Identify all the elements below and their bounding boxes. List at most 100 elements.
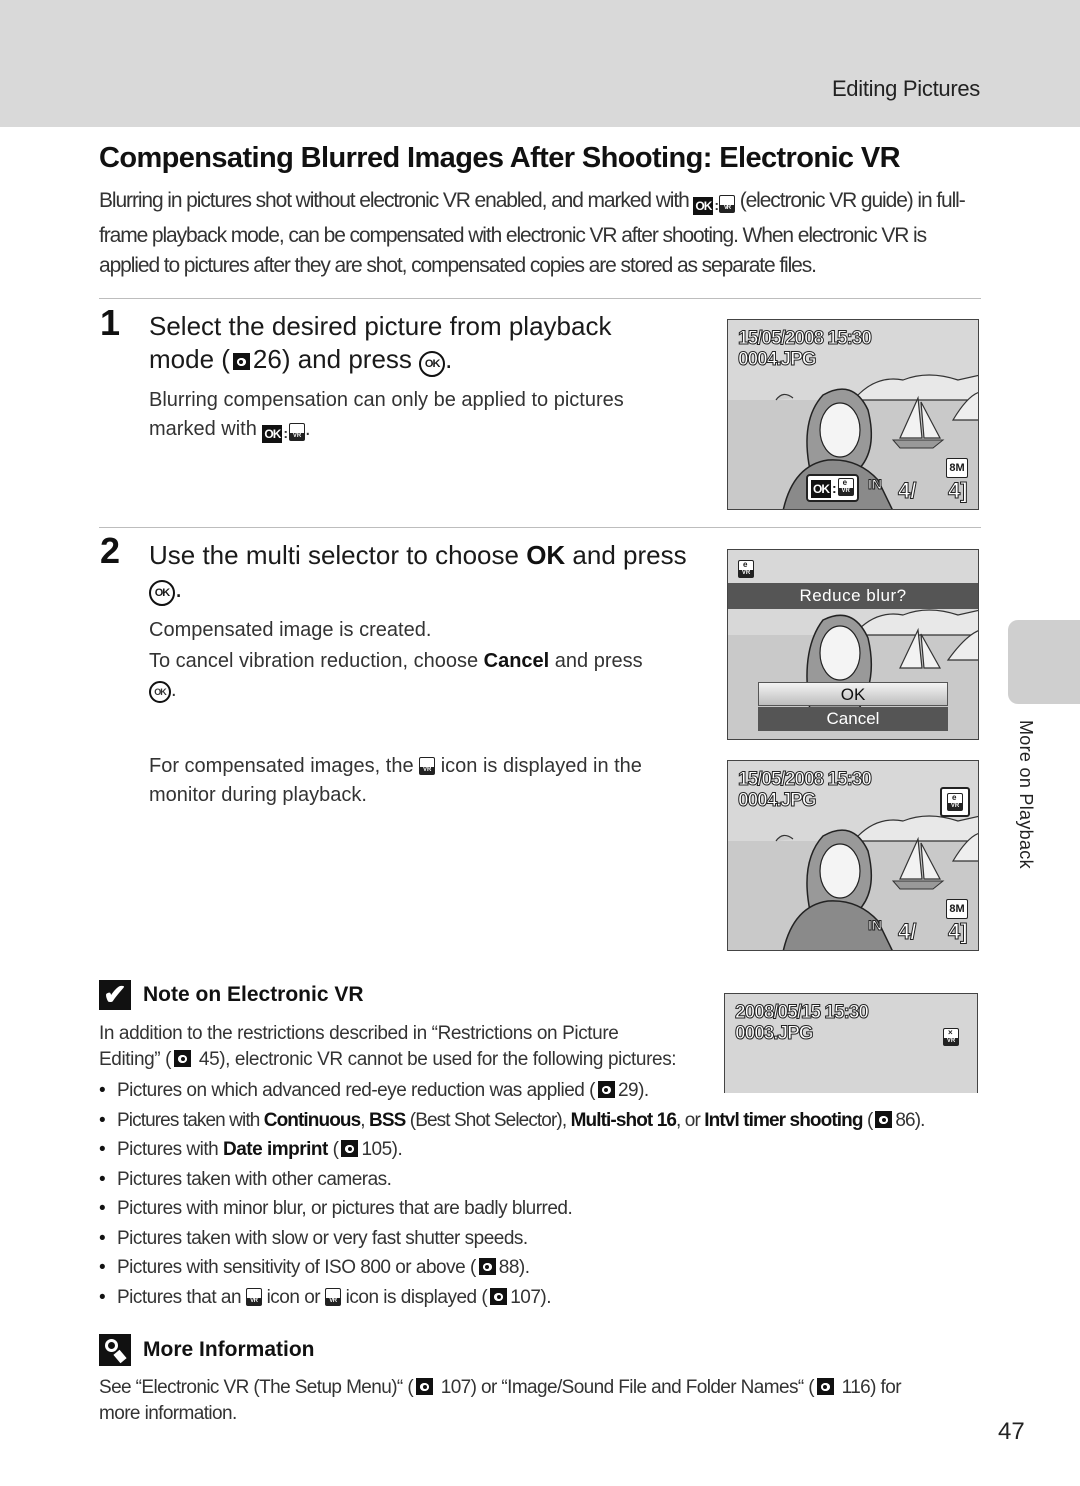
internal-memory-indicator: IN	[868, 917, 883, 934]
step-2-line3-text: For compensated images, the	[149, 755, 420, 777]
ok-button-icon: OK	[149, 681, 171, 703]
internal-memory-indicator: IN	[868, 476, 883, 493]
photo-filename: 0004.JPG	[738, 790, 818, 812]
note-intro-line2: 45), electronic VR cannot be used for th…	[194, 1049, 677, 1070]
colon: :	[283, 425, 289, 441]
step-2-line2: To cancel vibration reduction, choose Ca…	[149, 647, 709, 705]
item-text: Pictures that an	[117, 1286, 246, 1308]
ok-button-icon: OK	[419, 351, 446, 377]
note-intro-line2: Editing” (	[99, 1049, 172, 1070]
ok-box: OK	[811, 480, 831, 498]
vr-guide-icon: OK:	[262, 418, 306, 452]
item-text: ).	[518, 1257, 530, 1278]
item-text: icon is displayed (	[340, 1286, 488, 1308]
electronic-vr-icon	[419, 757, 436, 786]
list-item: Pictures taken with Continuous, BSS (Bes…	[99, 1106, 925, 1136]
item-text: Pictures on which advanced red-eye reduc…	[117, 1080, 595, 1101]
step-1-text-line1: Blurring compensation can only be applie…	[149, 389, 624, 411]
electronic-vr-icon	[289, 423, 306, 452]
page-ref-number: 105	[361, 1139, 392, 1160]
item-text: (Best Shot Selector),	[405, 1109, 571, 1131]
note-heading: ✔ Note on Electronic VR	[99, 980, 364, 1010]
step-1-text-line2: marked with	[149, 418, 263, 440]
cancel-bold-label: Cancel	[483, 650, 550, 672]
more-info-line1: 107) or “Image/Sound File and Folder Nam…	[436, 1377, 815, 1398]
chapter-label: More on Playback	[1016, 720, 1036, 869]
dialog-option-cancel[interactable]: Cancel	[758, 707, 948, 731]
item-text: ).	[638, 1080, 649, 1101]
step-2-line3-text: icon is displayed in the	[435, 755, 642, 777]
intro-paragraph: Blurring in pictures shot without electr…	[99, 186, 984, 282]
step-2-title: Use the multi selector to choose OK and …	[149, 539, 709, 606]
colon: :	[714, 197, 719, 213]
vr-guide-indicator: OK:	[806, 474, 859, 502]
divider	[99, 527, 981, 528]
intro-text: Blurring in pictures shot without electr…	[99, 189, 694, 212]
page-ref-number: 29	[617, 1080, 639, 1101]
frame-counter-total: 4]	[948, 478, 969, 504]
step-2-title-text: Use the multi selector to choose	[149, 540, 527, 570]
setting-name: BSS	[369, 1109, 406, 1131]
electronic-vr-off-icon	[324, 1287, 341, 1317]
camera-screen-reduce-blur-dialog: Reduce blur? OK Cancel	[727, 549, 979, 740]
ok-box: OK	[262, 425, 283, 443]
chapter-tab[interactable]	[1008, 620, 1080, 704]
electronic-vr-icon	[947, 793, 963, 811]
frame-counter-current: 4/	[897, 478, 917, 504]
electronic-vr-icon	[718, 195, 735, 226]
colon: :	[832, 480, 837, 496]
note-intro: In addition to the restrictions describe…	[99, 1021, 719, 1073]
note-heading-text: Note on Electronic VR	[143, 983, 364, 1006]
page-ref-number: 88	[498, 1257, 520, 1278]
page-reference-icon	[490, 1287, 508, 1305]
page-reference-icon	[232, 353, 250, 370]
dialog-prompt: Reduce blur?	[728, 583, 978, 609]
item-text: (	[327, 1139, 339, 1160]
item-text: ).	[540, 1286, 551, 1308]
setting-name: Continuous	[263, 1109, 361, 1131]
period: .	[305, 418, 311, 440]
electronic-vr-icon	[245, 1287, 262, 1317]
list-item: Pictures with Date imprint (105).	[99, 1135, 925, 1165]
electronic-vr-icon	[837, 478, 854, 496]
vr-guide-icon: OK:	[693, 189, 735, 226]
item-text: icon or	[261, 1286, 325, 1308]
more-info-text: See “Electronic VR (The Setup Menu)“ ( 1…	[99, 1375, 989, 1427]
camera-screen-playback: 15/05/2008 15:30 0004.JPG 8M OK: IN 4/ 4…	[727, 319, 979, 510]
note-intro-line1: In addition to the restrictions describe…	[99, 1023, 619, 1044]
photo-filename: 0004.JPG	[738, 349, 818, 371]
image-size-badge: 8M	[946, 458, 968, 478]
page-title: Compensating Blurred Images After Shooti…	[99, 142, 901, 174]
item-text: Pictures taken with	[117, 1109, 264, 1131]
frame-counter-total: 4]	[948, 919, 969, 945]
step-1-title-line1: Select the desired picture from playback	[149, 311, 612, 341]
item-text: Pictures taken with other cameras.	[117, 1168, 392, 1190]
step-2-number: 2	[100, 530, 121, 571]
header-band	[0, 0, 1080, 127]
more-info-line2: more information.	[99, 1403, 237, 1424]
dialog-option-ok[interactable]: OK	[758, 682, 948, 706]
more-info-heading-text: More Information	[143, 1338, 315, 1361]
electronic-vr-icon	[738, 560, 754, 578]
item-text: (	[862, 1109, 873, 1131]
step-2-line2-text: and press	[549, 650, 643, 672]
item-text: ).	[914, 1109, 926, 1131]
more-info-icon	[99, 1334, 131, 1366]
setting-name: Date imprint	[222, 1139, 328, 1160]
item-text: Pictures with	[117, 1139, 223, 1160]
check-icon: ✔	[99, 980, 131, 1010]
list-item: Pictures that an icon or icon is display…	[99, 1283, 925, 1318]
more-info-line1: 116) for	[836, 1377, 902, 1398]
camera-screen-compensated: 15/05/2008 15:30 0004.JPG 8M IN 4/ 4]	[727, 760, 979, 951]
step-2-line3-text: monitor during playback.	[149, 784, 367, 806]
list-item: Pictures with sensitivity of ISO 800 or …	[99, 1253, 925, 1283]
more-info-heading: More Information	[99, 1334, 315, 1366]
period: .	[171, 679, 177, 701]
page-number: 47	[998, 1418, 1025, 1445]
image-size-badge: 8M	[946, 899, 968, 919]
list-item: Pictures on which advanced red-eye reduc…	[99, 1076, 925, 1106]
page-ref-number: 86	[895, 1109, 915, 1131]
period: .	[445, 344, 453, 374]
page-reference-icon	[816, 1378, 834, 1395]
page-reference-icon	[478, 1258, 496, 1275]
